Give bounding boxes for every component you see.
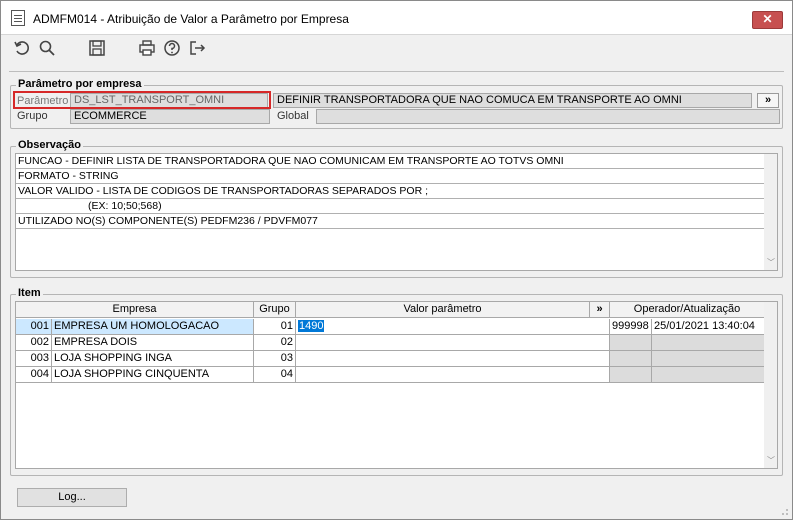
document-icon [11, 10, 25, 26]
empresa-name-cell: LOJA SHOPPING CINQUENTA [52, 367, 254, 383]
observacao-line: FUNCAO - DEFINIR LISTA DE TRANSPORTADORA… [16, 154, 765, 169]
search-icon[interactable] [38, 39, 58, 59]
atualizacao-cell [652, 335, 765, 351]
empresa-name-cell: EMPRESA DOIS [52, 335, 254, 351]
header-empresa[interactable]: Empresa [16, 302, 254, 318]
empresa-code-cell: 004 [16, 367, 52, 383]
header-operador[interactable]: Operador/Atualização [610, 302, 765, 318]
valor-selected-text: 1490 [298, 320, 325, 332]
observacao-textbox[interactable]: FUNCAO - DEFINIR LISTA DE TRANSPORTADORA… [15, 153, 778, 271]
toolbar [1, 36, 792, 64]
global-label: Global [277, 110, 309, 122]
operador-cell: 999998 [610, 319, 652, 335]
exit-icon[interactable] [188, 39, 208, 59]
table-row[interactable]: 001 EMPRESA UM HOMOLOGACAO 01 1490 99999… [16, 319, 765, 335]
header-grupo[interactable]: Grupo [254, 302, 296, 318]
observacao-line: FORMATO - STRING [16, 169, 765, 184]
operador-cell [610, 351, 652, 367]
grupo-label: Grupo [17, 110, 48, 122]
title-bar: ADMFM014 - Atribuição de Valor a Parâmet… [1, 1, 792, 35]
empresa-code-cell: 001 [16, 319, 52, 335]
table-row[interactable]: 004 LOJA SHOPPING CINQUENTA 04 [16, 367, 765, 383]
scroll-down-icon[interactable]: ﹀ [767, 257, 775, 268]
item-scrollbar[interactable]: ﹀ [764, 302, 777, 468]
operador-cell [610, 367, 652, 383]
main-window: ADMFM014 - Atribuição de Valor a Parâmet… [0, 0, 793, 520]
empresa-name-cell: LOJA SHOPPING INGA [52, 351, 254, 367]
highlight-box [13, 91, 271, 109]
observacao-line: (EX: 10;50;568) [16, 199, 765, 214]
table-row[interactable]: 003 LOJA SHOPPING INGA 03 [16, 351, 765, 367]
table-row[interactable]: 002 EMPRESA DOIS 02 [16, 335, 765, 351]
atualizacao-cell [652, 351, 765, 367]
valor-cell[interactable] [296, 335, 610, 351]
observacao-scrollbar[interactable]: ﹀ [764, 154, 777, 270]
observacao-group-title: Observação [16, 139, 83, 151]
print-icon[interactable] [138, 39, 158, 59]
toolbar-separator [9, 71, 784, 72]
operador-cell [610, 335, 652, 351]
header-valor[interactable]: Valor parâmetro [296, 302, 590, 318]
item-group-title: Item [16, 287, 43, 299]
parametro-description-field: DEFINIR TRANSPORTADORA QUE NAO COMUCA EM… [273, 93, 752, 108]
help-icon[interactable] [163, 39, 183, 59]
atualizacao-cell [652, 367, 765, 383]
valor-cell[interactable] [296, 351, 610, 367]
scroll-down-icon[interactable]: ﹀ [767, 455, 775, 466]
close-button[interactable]: ✕ [752, 11, 783, 29]
grupo-cell: 04 [254, 367, 296, 383]
grupo-field: ECOMMERCE [70, 109, 270, 124]
log-button[interactable]: Log... [17, 488, 127, 507]
empresa-code-cell: 003 [16, 351, 52, 367]
observacao-line: VALOR VALIDO - LISTA DE CODIGOS DE TRANS… [16, 184, 765, 199]
empresa-name-cell: EMPRESA UM HOMOLOGACAO [52, 319, 254, 335]
grupo-cell: 03 [254, 351, 296, 367]
observacao-line: UTILIZADO NO(S) COMPONENTE(S) PEDFM236 /… [16, 214, 765, 229]
resize-grip-icon[interactable] [779, 506, 789, 516]
atualizacao-cell: 25/01/2021 13:40:04 [652, 319, 765, 335]
global-field [316, 109, 780, 124]
empresa-code-cell: 002 [16, 335, 52, 351]
item-grid: Empresa Grupo Valor parâmetro » Operador… [15, 301, 778, 469]
grupo-cell: 01 [254, 319, 296, 335]
window-title: ADMFM014 - Atribuição de Valor a Parâmet… [33, 12, 349, 26]
grupo-cell: 02 [254, 335, 296, 351]
valor-input[interactable]: 1490 [296, 319, 610, 335]
header-more-button[interactable]: » [590, 302, 610, 318]
save-icon[interactable] [88, 39, 108, 59]
valor-cell[interactable] [296, 367, 610, 383]
undo-icon[interactable] [13, 39, 33, 59]
parametro-more-button[interactable]: » [757, 93, 779, 108]
parametro-group-title: Parâmetro por empresa [16, 78, 144, 90]
